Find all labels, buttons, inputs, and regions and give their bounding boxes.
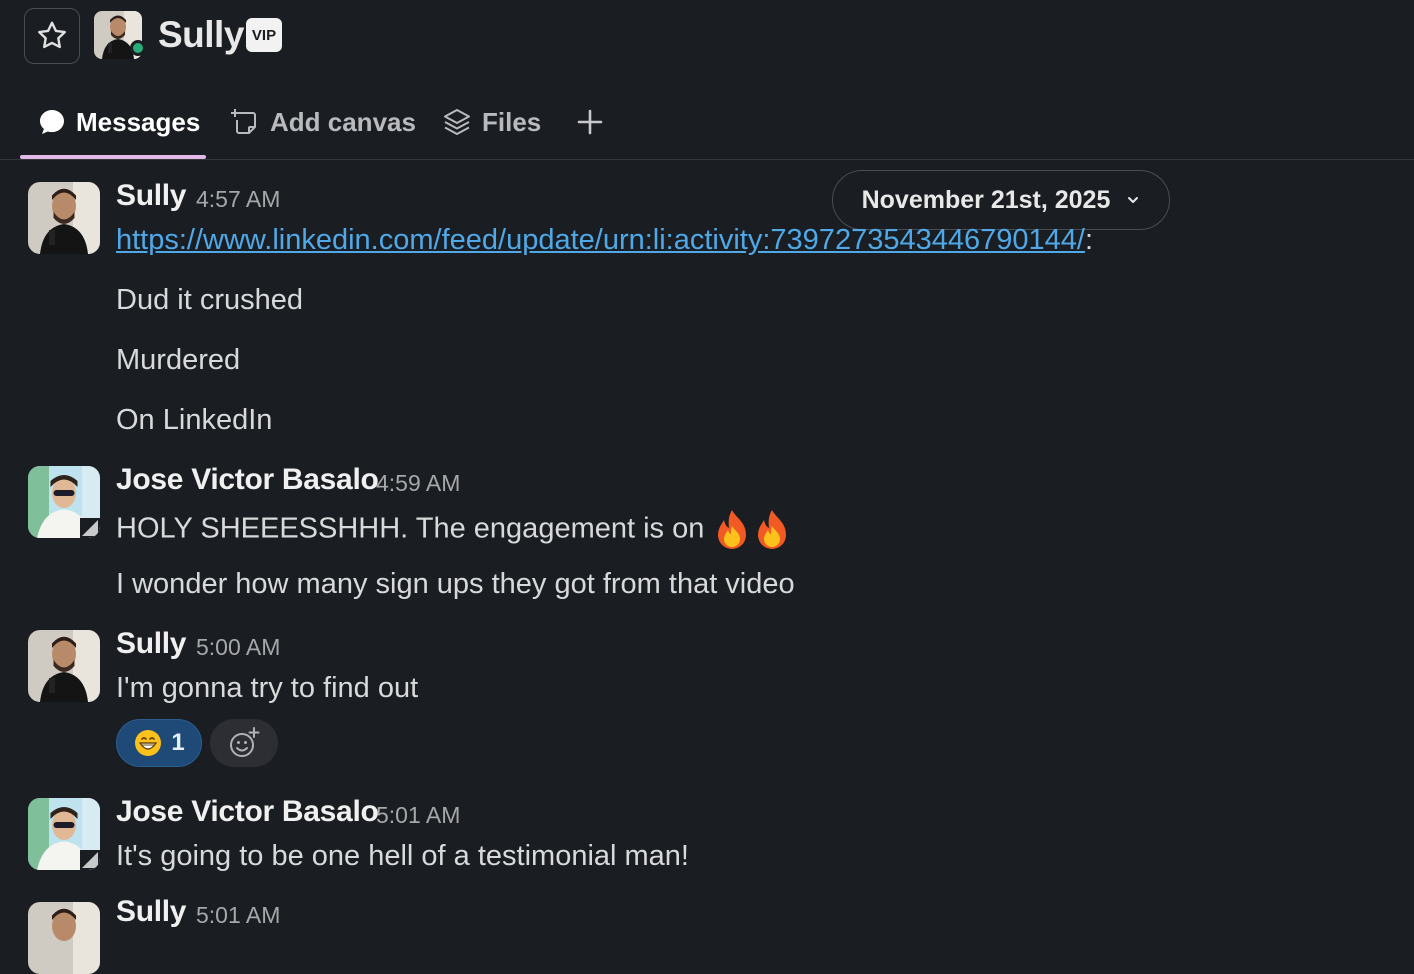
message-text: HOLY SHEEESSHHH. The engagement is on <box>116 508 792 552</box>
avatar[interactable] <box>28 466 100 538</box>
canvas-icon <box>231 109 256 134</box>
message-text: I wonder how many sign ups they got from… <box>116 568 795 600</box>
timestamp[interactable]: 5:01 AM <box>376 802 460 829</box>
sender-name[interactable]: Jose Victor Basalo <box>116 795 379 829</box>
message-text: On LinkedIn <box>116 404 273 436</box>
sender-name[interactable]: Jose Victor Basalo <box>116 463 379 497</box>
tab-files[interactable]: Files <box>442 100 541 144</box>
reaction-pill[interactable]: 1 <box>116 719 202 767</box>
tab-files-label: Files <box>482 106 542 137</box>
timestamp[interactable]: 5:01 AM <box>196 902 280 929</box>
vip-badge: VIP <box>246 18 282 52</box>
message-text: https://www.linkedin.com/feed/update/urn… <box>116 224 1093 257</box>
avatar[interactable] <box>28 798 100 870</box>
add-emoji-icon <box>230 727 260 757</box>
grinning-face-emoji-icon <box>135 730 162 756</box>
message-text: Murdered <box>116 344 241 376</box>
sender-name[interactable]: Sully <box>116 895 187 929</box>
chevron-down-icon <box>1128 197 1139 203</box>
tab-add-canvas-label: Add canvas <box>270 106 416 137</box>
active-tab-underline <box>20 155 206 159</box>
tab-add-canvas[interactable]: Add canvas <box>230 100 416 144</box>
message-text: It's going to be one hell of a testimoni… <box>116 840 689 872</box>
status-icon <box>80 518 100 538</box>
fire-emoji-icon <box>718 510 747 549</box>
add-tab-button[interactable] <box>576 100 604 144</box>
add-reaction-button[interactable] <box>210 719 278 767</box>
avatar[interactable] <box>28 182 100 254</box>
fire-emoji-icon <box>758 510 787 549</box>
plus-icon <box>577 109 603 135</box>
channel-name[interactable]: Sully <box>158 14 244 56</box>
message-line: HOLY SHEEESSHHH. The engagement is on <box>116 512 705 545</box>
sender-name[interactable]: Sully <box>116 627 187 661</box>
date-divider-button[interactable]: November 21st, 2025 <box>832 170 1170 230</box>
avatar[interactable] <box>28 902 100 974</box>
tab-messages[interactable]: Messages <box>38 100 200 144</box>
presence-indicator <box>130 40 146 56</box>
star-button[interactable] <box>24 8 80 64</box>
timestamp[interactable]: 4:59 AM <box>376 470 460 497</box>
message-link[interactable]: https://www.linkedin.com/feed/update/urn… <box>116 224 1085 256</box>
layers-icon <box>444 109 470 135</box>
message-bubble-icon <box>40 110 64 134</box>
message-text: Dud it crushed <box>116 284 303 316</box>
sender-name[interactable]: Sully <box>116 179 187 213</box>
timestamp[interactable]: 4:57 AM <box>196 186 280 213</box>
link-suffix: : <box>1084 224 1093 256</box>
avatar[interactable] <box>28 630 100 702</box>
timestamp[interactable]: 5:00 AM <box>196 634 280 661</box>
channel-header: Sully VIP Messages Add canvas Files <box>0 0 1414 160</box>
tab-messages-label: Messages <box>76 106 201 137</box>
date-divider-label: November 21st, 2025 <box>861 185 1111 214</box>
message-text: I'm gonna try to find out <box>116 672 419 704</box>
star-icon <box>38 21 66 49</box>
reaction-count: 1 <box>171 729 185 756</box>
status-icon <box>80 850 100 870</box>
